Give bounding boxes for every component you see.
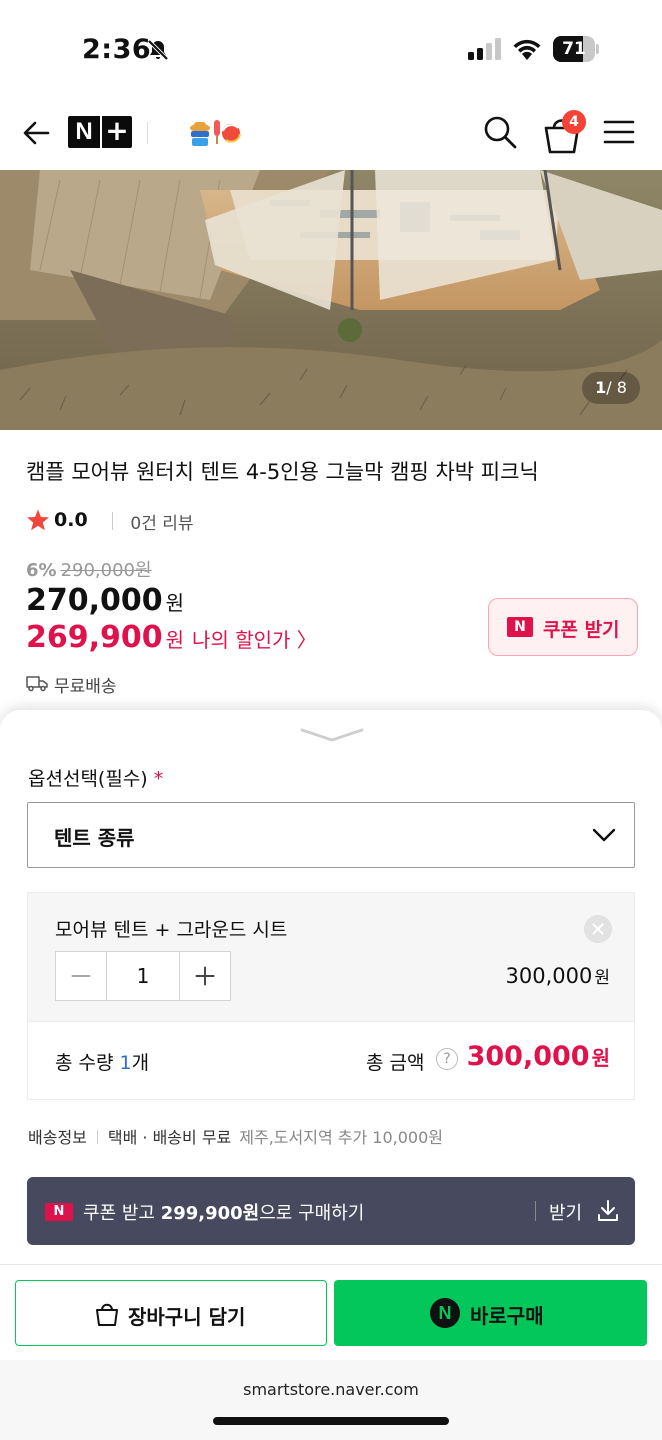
add-to-cart-button[interactable]: 장바구니 담기: [15, 1280, 327, 1346]
naver-plus-logo[interactable]: N +: [68, 116, 132, 148]
battery-percent: 71: [562, 39, 586, 59]
free-shipping-label: 무료배송: [54, 677, 117, 697]
sheet-collapse-handle[interactable]: [300, 726, 364, 746]
original-price: 290,000원: [60, 560, 152, 581]
sale-price: 270,000 원: [26, 583, 184, 618]
help-icon[interactable]: ?: [436, 1048, 458, 1070]
status-time: 2:36: [82, 34, 152, 65]
total-amount-value: 300,000: [466, 1041, 590, 1072]
delivery-divider: [96, 1130, 98, 1144]
benefit-price-value: 269,900: [26, 620, 163, 655]
coupon-banner-amount: 299,900원: [160, 1203, 260, 1224]
naver-n-icon: N: [507, 617, 533, 637]
product-image[interactable]: [0, 170, 662, 430]
signal-icon: [468, 38, 501, 60]
minus-icon[interactable]: [56, 952, 107, 1000]
delivery-info: 배송정보 택배 · 배송비 무료 제주,도서지역 추가 10,000원: [28, 1124, 443, 1148]
benefit-price-unit: 원: [165, 628, 185, 652]
top-navigation: N + 4: [0, 100, 662, 170]
status-bar: 2:36 71: [0, 0, 662, 100]
buy-now-button[interactable]: N 바로구매: [334, 1280, 647, 1346]
review-count[interactable]: 0건 리뷰: [112, 509, 212, 534]
item-price-unit: 원: [594, 968, 610, 988]
total-qty-label: 총 수량: [55, 1052, 114, 1074]
product-title: 캠플 모어뷰 원터치 텐트 4-5인용 그늘막 캠핑 차박 피크닉: [26, 460, 539, 484]
my-discount-link[interactable]: 나의 할인가 〉: [192, 628, 317, 652]
sale-price-value: 270,000: [26, 583, 163, 618]
add-to-cart-label: 장바구니 담기: [128, 1305, 246, 1329]
total-qty-value: 1: [119, 1052, 132, 1074]
image-pager: 1/ 8: [582, 372, 640, 404]
coupon-receive-button[interactable]: 받기: [549, 1199, 582, 1225]
image-pager-current: 1: [595, 378, 607, 397]
header-divider: [147, 122, 148, 144]
chevron-down-icon: [592, 828, 616, 842]
image-pager-total: / 8: [606, 378, 627, 397]
quantity-value[interactable]: 1: [107, 952, 179, 1000]
delivery-value: 택배 · 배송비 무료: [107, 1128, 232, 1147]
search-icon[interactable]: [482, 114, 518, 150]
selected-option-name: 모어뷰 텐트 + 그라운드 시트: [55, 919, 288, 941]
close-icon[interactable]: [584, 915, 612, 943]
sale-price-unit: 원: [165, 591, 185, 615]
selected-option-price: 300,000 원: [506, 963, 610, 988]
shopping-bag-icon: [96, 1303, 118, 1326]
quantity-stepper: 1: [55, 951, 231, 1001]
rating-score: 0.0: [54, 509, 88, 531]
total-qty-unit: 개: [131, 1052, 150, 1074]
total-summary: 총 수량 1개 총 금액 ? 300,000 원: [28, 1021, 634, 1099]
option-bottom-sheet: 옵션선택(필수) * 텐트 종류 모어뷰 텐트 + 그라운드 시트 1 300,0…: [0, 710, 662, 1270]
wifi-icon: [513, 39, 541, 60]
plus-mark: +: [100, 116, 132, 148]
delivery-extra-fee: 제주,도서지역 추가 10,000원: [239, 1128, 444, 1147]
buy-now-label: 바로구매: [470, 1304, 544, 1328]
battery-icon: 71: [553, 36, 599, 62]
option-label: 옵션선택(필수) *: [28, 764, 163, 791]
coupon-button-label: 쿠폰 받기: [543, 619, 620, 641]
star-icon: [27, 509, 49, 531]
naver-n-icon: N: [430, 1298, 460, 1328]
delivery-label: 배송정보: [28, 1128, 87, 1147]
url-text[interactable]: smartstore.naver.com: [0, 1380, 662, 1399]
item-price-value: 300,000: [505, 964, 593, 988]
option-select-value: 텐트 종류: [54, 826, 135, 850]
coupon-button[interactable]: N 쿠폰 받기: [488, 598, 638, 656]
back-arrow-icon[interactable]: [20, 116, 54, 150]
coupon-banner-text: 쿠폰 받고 299,900원으로 구매하기: [83, 1199, 364, 1225]
event-logo-icon[interactable]: [186, 114, 244, 150]
coupon-banner-divider: [535, 1201, 536, 1221]
naver-n-icon: N: [45, 1203, 73, 1221]
plus-icon[interactable]: [179, 952, 230, 1000]
discount-row: 6% 290,000원: [26, 556, 152, 582]
naver-n-mark: N: [75, 118, 93, 145]
total-quantity: 총 수량 1개: [55, 1048, 149, 1075]
browser-url-bar[interactable]: smartstore.naver.com: [0, 1360, 662, 1440]
total-amount-label: 총 금액: [366, 1052, 425, 1074]
selected-option-card: 모어뷰 텐트 + 그라운드 시트 1 300,000 원 총 수량 1개 총 금액…: [27, 892, 635, 1100]
bell-slash-icon: [147, 39, 169, 61]
required-mark: *: [153, 768, 164, 790]
total-amount-unit: 원: [591, 1046, 610, 1070]
hamburger-menu-icon[interactable]: [602, 116, 636, 148]
option-select[interactable]: 텐트 종류: [27, 802, 635, 868]
home-indicator[interactable]: [213, 1417, 449, 1425]
coupon-purchase-banner[interactable]: N 쿠폰 받고 299,900원으로 구매하기 받기: [27, 1177, 635, 1245]
bottom-action-bar: 장바구니 담기 N 바로구매: [0, 1264, 662, 1360]
total-amount: 300,000 원: [467, 1041, 610, 1072]
coupon-banner-prefix: 쿠폰 받고: [83, 1203, 161, 1224]
delivery-truck-icon: [26, 676, 48, 692]
my-discount-price[interactable]: 269,900 원 나의 할인가 〉: [26, 620, 317, 655]
download-icon[interactable]: [597, 1199, 619, 1223]
coupon-banner-suffix: 으로 구매하기: [259, 1203, 365, 1224]
option-label-text: 옵션선택(필수): [28, 768, 148, 790]
discount-rate: 6%: [26, 560, 57, 581]
cart-count-badge: 4: [562, 110, 586, 134]
